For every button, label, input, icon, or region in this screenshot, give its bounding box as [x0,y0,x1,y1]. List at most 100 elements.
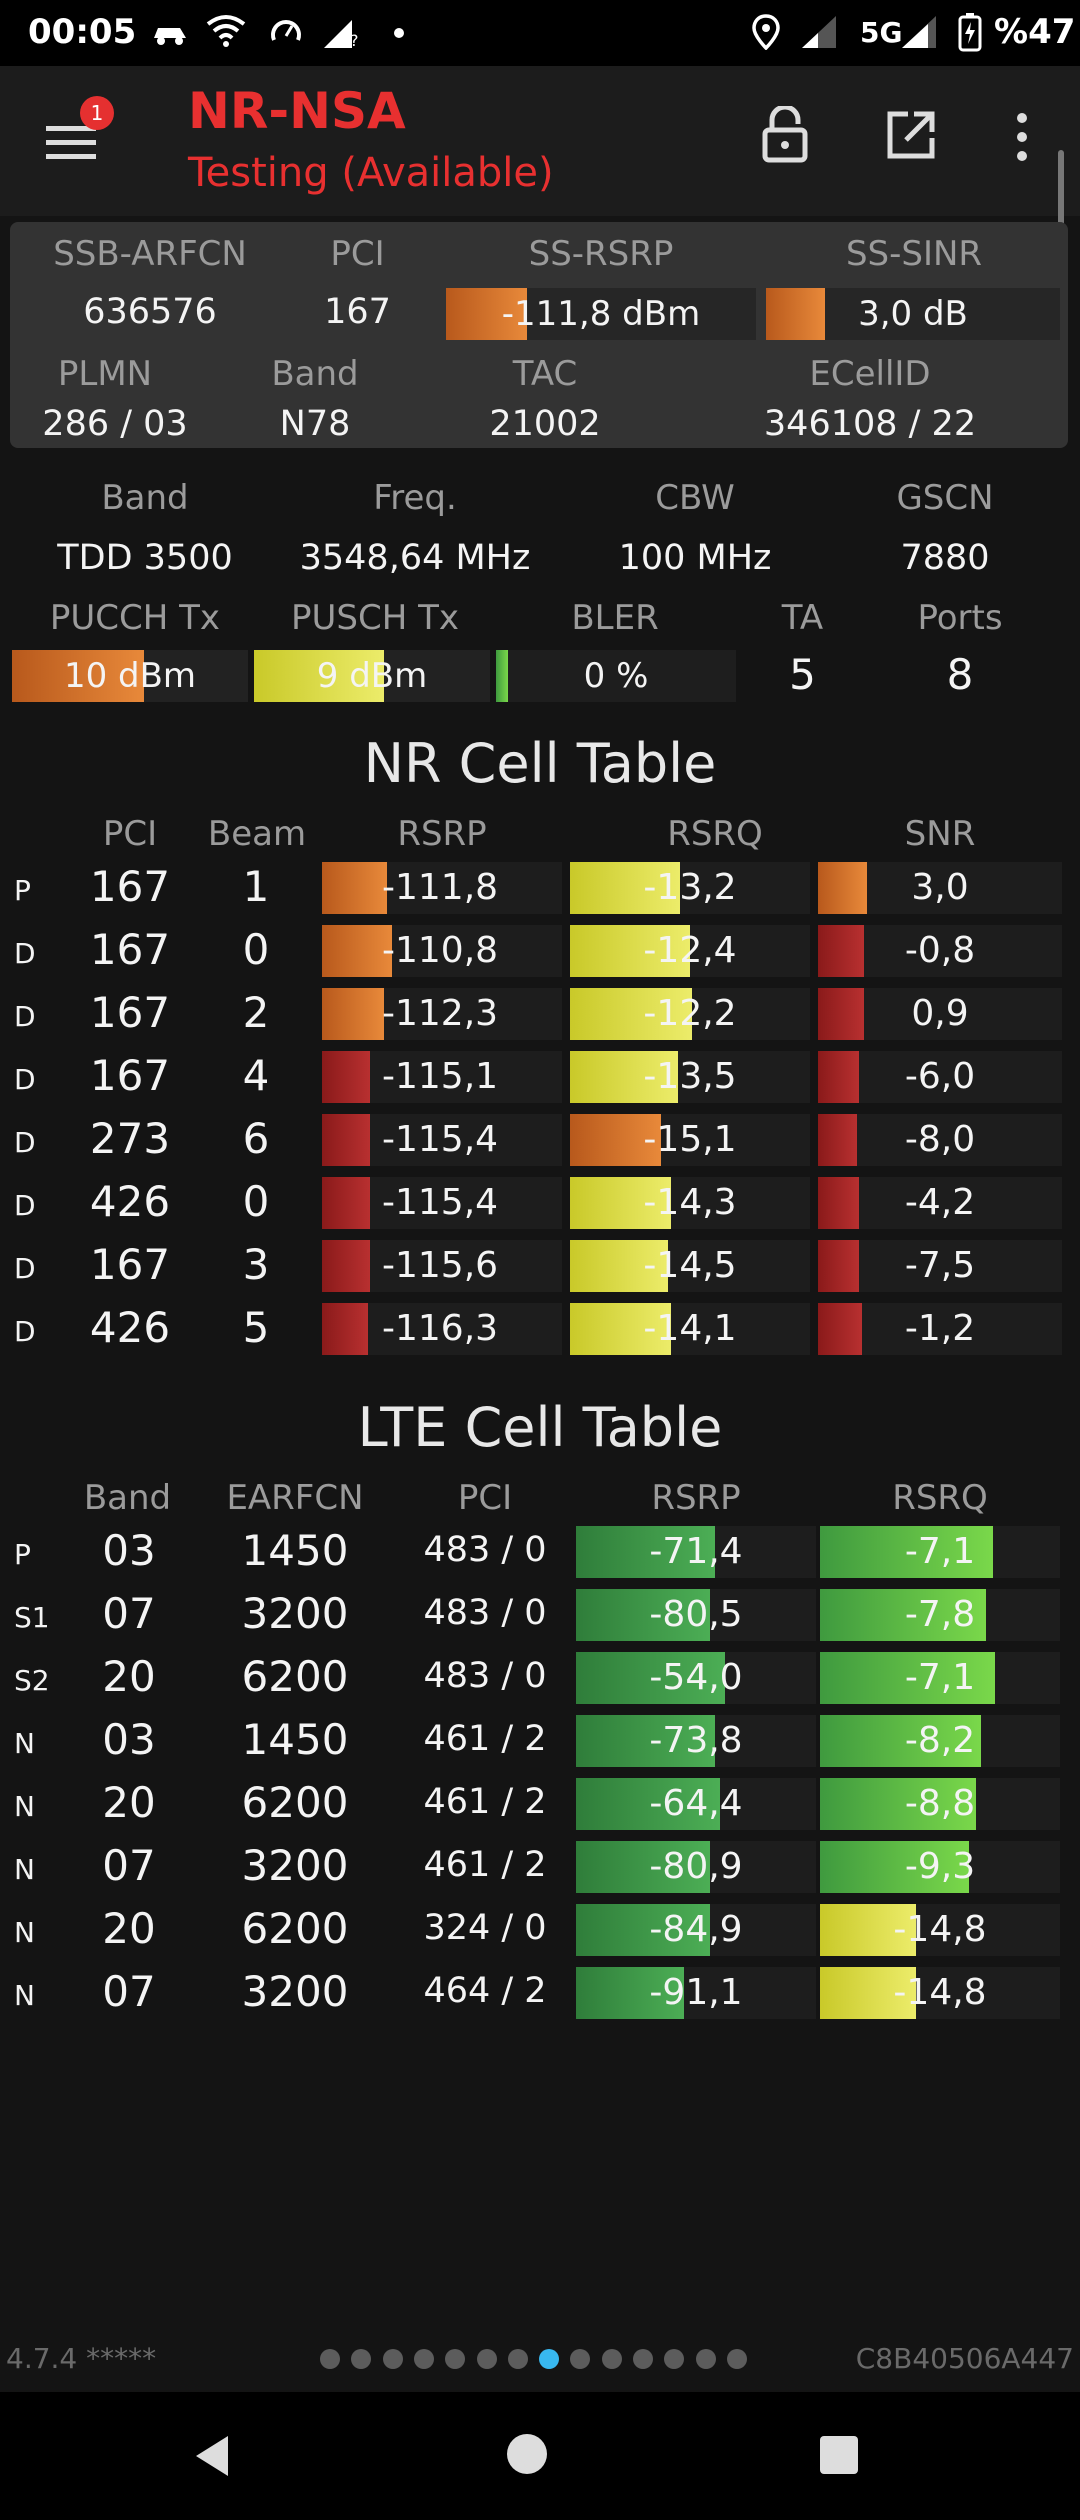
ecellid-value: 346108 / 22 [763,404,977,444]
nr-rsrq-header: RSRQ [667,814,763,854]
nr-row-pci: 167 [89,1240,171,1289]
lte-row-pci: 464 / 2 [423,1971,547,2011]
ssb-arfcn-header: SSB-ARFCN [53,234,247,274]
page-dot[interactable] [539,2349,560,2369]
page-dot[interactable] [570,2349,591,2369]
tac-value: 21002 [489,404,601,444]
home-icon[interactable] [507,2434,547,2474]
nr-row-type: D [14,1252,36,1285]
nr-row-snr-value: -7,5 [904,1245,976,1286]
ss-sinr-value: 3,0 dB [858,294,968,334]
version-label: 4.7.4 ***** [6,2342,157,2375]
gscn-value: 7880 [900,538,990,578]
info-band-value: TDD 3500 [57,538,233,578]
page-dot[interactable] [382,2349,403,2369]
lte-row-rsrq-value: -8,2 [904,1720,976,1761]
more-options-icon[interactable] [1010,110,1034,164]
nr-row-rsrp-bar: -110,8 [322,925,562,977]
page-dot[interactable] [413,2349,434,2369]
notification-badge: 1 [80,96,114,130]
lte-row-earfcn: 1450 [241,1526,349,1575]
lte-row-rsrq-bar: -9,3 [820,1841,1060,1893]
lte-row-rsrp-bar: -91,1 [576,1967,816,2019]
nr-row-type: D [14,1189,36,1222]
lte-row-band: 07 [102,1589,156,1638]
page-dot[interactable] [507,2349,528,2369]
app-bar: 1 NR-NSA Testing (Available) [0,66,1080,216]
lte-row-pci: 461 / 2 [423,1719,547,1759]
nr-row-rsrq-bar: -12,2 [570,988,810,1040]
nr-row-rsrq-value: -14,1 [643,1308,737,1349]
open-external-icon[interactable] [884,108,938,162]
page-dot[interactable] [351,2349,372,2369]
lte-row-earfcn: 6200 [241,1904,349,1953]
info-band-header: Band [101,478,189,518]
ta-value: 5 [789,650,816,699]
lte-row-rsrq-bar: -7,1 [820,1526,1060,1578]
nr-row-type: D [14,1063,36,1096]
app-subtitle: Testing (Available) [188,150,554,196]
page-dot[interactable] [445,2349,466,2369]
page-dot[interactable] [664,2349,685,2369]
lock-icon[interactable] [760,106,810,164]
lte-row-rsrq-bar: -7,8 [820,1589,1060,1641]
pci-header: PCI [330,234,385,274]
speed-icon [271,20,301,41]
lte-row-band: 03 [102,1526,156,1575]
notification-dot-icon [394,28,404,38]
nr-row-rsrq-bar: -13,2 [570,862,810,914]
nr-row-beam: 2 [242,988,270,1037]
page-dot[interactable] [601,2349,622,2369]
location-icon [752,14,780,50]
status-bar: 00:05 ? 5G %47 [0,0,1080,66]
pucch-value: 10 dBm [63,656,197,696]
pusch-value: 9 dBm [316,656,428,696]
lte-row-rsrp-bar: -80,5 [576,1589,816,1641]
band-value: N78 [279,404,351,444]
cbw-value: 100 MHz [618,538,772,578]
signal-no-data-icon: ? [324,20,359,50]
nr-row-rsrq-value: -12,4 [643,930,737,971]
app-title: NR-NSA [188,82,406,140]
lte-row-rsrp-bar: -73,8 [576,1715,816,1767]
signal-strength-icon-2 [902,16,936,48]
lte-row-pci: 483 / 0 [423,1593,547,1633]
nr-row-rsrp-value: -115,4 [382,1182,499,1223]
ss-rsrp-header: SS-RSRP [528,234,674,274]
recents-icon[interactable] [820,2436,858,2474]
lte-row-rsrp-bar: -84,9 [576,1904,816,1956]
lte-row-rsrp-bar: -54,0 [576,1652,816,1704]
nr-row-rsrp-value: -116,3 [382,1308,499,1349]
pucch-header: PUCCH Tx [49,598,221,638]
lte-earfcn-header: EARFCN [226,1478,364,1518]
nr-row-snr-bar: -1,2 [818,1303,1062,1355]
lte-row-pci: 461 / 2 [423,1845,547,1885]
nr-row-rsrq-value: -14,5 [643,1245,737,1286]
page-dot[interactable] [726,2349,747,2369]
lte-row-earfcn: 3200 [241,1841,349,1890]
lte-row-rsrp-value: -64,4 [649,1783,743,1824]
back-icon[interactable] [190,2432,234,2480]
page-dot[interactable] [476,2349,497,2369]
page-dot[interactable] [633,2349,653,2369]
pusch-bar: 9 dBm [254,650,490,702]
nr-row-rsrp-bar: -115,1 [322,1051,562,1103]
lte-row-band: 07 [102,1967,156,2016]
nr-row-type: D [14,1126,36,1159]
lte-row-band: 20 [102,1904,156,1953]
nr-row-rsrq-bar: -15,1 [570,1114,810,1166]
lte-row-rsrq-value: -14,8 [893,1909,987,1950]
lte-row-rsrp-value: -91,1 [649,1972,743,2013]
page-dot[interactable] [695,2349,716,2369]
band-header: Band [271,354,359,394]
lte-row-earfcn: 3200 [241,1967,349,2016]
nr-row-beam: 4 [242,1051,270,1100]
freq-value: 3548,64 MHz [299,538,531,578]
nr-row-rsrp-value: -111,8 [382,867,499,908]
nr-row-rsrp-value: -115,1 [382,1056,499,1097]
nr-row-type: D [14,937,36,970]
lte-row-rsrp-value: -80,5 [649,1594,743,1635]
pci-value: 167 [324,292,391,332]
nr-table-title: NR Cell Table [363,732,717,795]
page-dot[interactable] [320,2349,340,2369]
